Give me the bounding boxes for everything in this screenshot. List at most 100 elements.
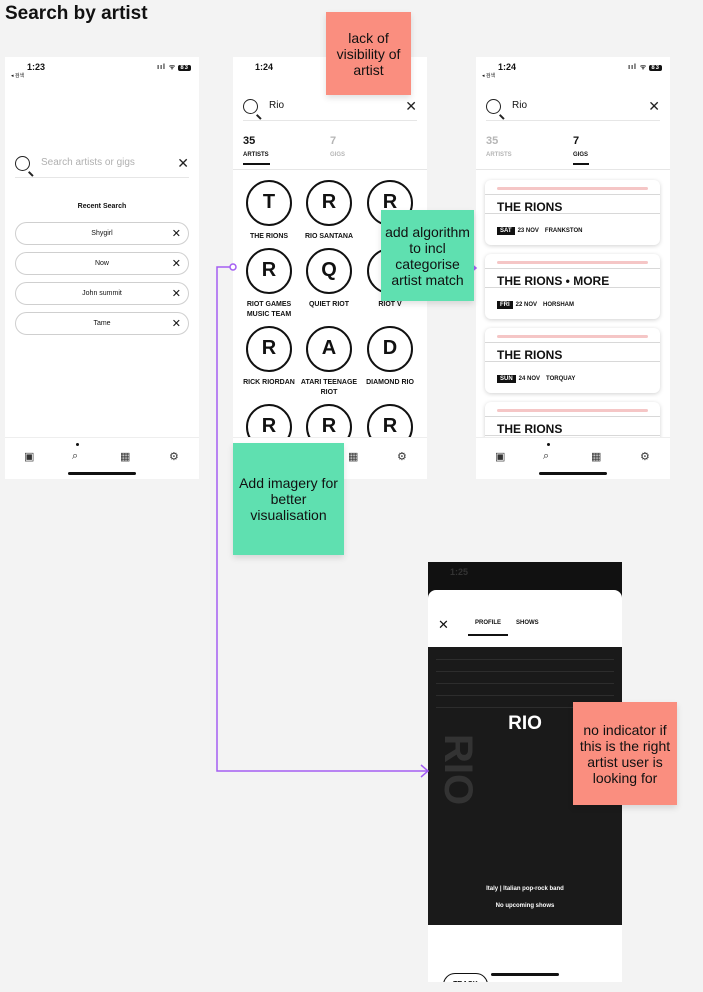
gig-image-strip xyxy=(497,187,648,190)
artist-description: Italy | Italian pop-rock band xyxy=(486,886,564,892)
chip-label: Now xyxy=(94,260,109,267)
gig-name: THE RIONS • MORE xyxy=(497,274,610,288)
search-icon xyxy=(486,99,501,114)
active-dot xyxy=(76,443,79,446)
tab-label: ARTISTS xyxy=(243,152,269,158)
remove-icon[interactable]: ✕ xyxy=(172,287,181,300)
search-icon xyxy=(15,156,30,171)
clear-icon[interactable]: ✕ xyxy=(405,98,417,115)
artist-avatar: R xyxy=(246,248,292,294)
upcoming-status: No upcoming shows xyxy=(495,903,555,909)
gig-date: 22 NOV xyxy=(515,302,538,308)
tab-artists[interactable]: 35 ARTISTS xyxy=(486,135,512,158)
artist-result[interactable]: A ATARI TEENAGE RIOT xyxy=(299,326,359,398)
status-time: 1:25 xyxy=(450,567,469,577)
divider xyxy=(233,169,427,170)
gig-image-strip xyxy=(497,335,648,338)
battery-icon: 83 xyxy=(649,65,662,71)
signal-icon: ııl ᯤ xyxy=(157,64,177,71)
track-button[interactable]: TRACK xyxy=(443,973,488,982)
artist-name: RIOT V xyxy=(378,301,402,308)
artist-avatar: A xyxy=(306,326,352,372)
gigs-count: 7 xyxy=(573,135,580,147)
status-time: 1:24 xyxy=(255,62,274,72)
artist-result[interactable]: R RIO SANTANA xyxy=(299,180,359,242)
gig-name: THE RIONS xyxy=(497,200,563,214)
hero-line xyxy=(436,659,614,660)
tab-profile[interactable]: PROFILE xyxy=(475,620,501,626)
tab-shows[interactable]: SHOWS xyxy=(516,620,539,626)
note-indicator: no indicator if this is the right artist… xyxy=(573,702,677,805)
clear-icon[interactable]: ✕ xyxy=(648,98,660,115)
artist-avatar: Q xyxy=(306,248,352,294)
artist-name: RIO SANTANA xyxy=(304,233,354,240)
gig-venue: TORQUAY xyxy=(546,376,576,382)
home-indicator xyxy=(68,472,136,475)
calendar-icon[interactable]: ▦ xyxy=(120,450,130,463)
gear-icon[interactable]: ⚙ xyxy=(169,450,179,463)
remove-icon[interactable]: ✕ xyxy=(172,257,181,270)
artist-result[interactable]: R RICK RIORDAN xyxy=(239,326,299,388)
artist-name: THE RIONS xyxy=(249,233,289,240)
gig-date: 24 NOV xyxy=(518,376,541,382)
recent-chip[interactable]: Shygirl ✕ xyxy=(15,222,189,245)
clear-icon[interactable]: ✕ xyxy=(177,155,189,172)
artist-result[interactable]: R RIOT GAMES MUSIC TEAM xyxy=(239,248,299,320)
artist-result[interactable]: T THE RIONS xyxy=(239,180,299,242)
artist-avatar: R xyxy=(246,326,292,372)
artist-name: ATARI TEENAGE RIOT xyxy=(300,379,358,396)
artist-ghost-text: RIO xyxy=(436,733,481,806)
active-dot xyxy=(547,443,550,446)
gig-name: THE RIONS xyxy=(497,422,563,436)
tab-gigs[interactable]: 7 GIGS xyxy=(573,135,589,165)
active-underline xyxy=(573,163,589,165)
search-bar[interactable]: Search artists or gigs ✕ xyxy=(15,154,189,178)
bottom-nav: ▣ ⌕ ▦ ⚙ xyxy=(5,437,199,479)
arrow-head xyxy=(420,764,430,778)
status-bar: 1:23 ◂ 검색 ııl ᯤ 83 xyxy=(5,57,199,81)
search-nav-icon[interactable]: ⌕ xyxy=(72,450,78,463)
remove-icon[interactable]: ✕ xyxy=(172,227,181,240)
close-icon[interactable]: ✕ xyxy=(438,617,449,633)
recent-chip[interactable]: John summit ✕ xyxy=(15,282,189,305)
search-input[interactable]: Rio xyxy=(269,100,284,111)
active-underline xyxy=(243,163,270,165)
gig-card[interactable]: THE RIONS SAT 23 NOV FRANKSTON xyxy=(485,180,660,245)
search-input[interactable]: Search artists or gigs xyxy=(41,157,135,168)
bottom-nav: ▣ ⌕ ▦ ⚙ xyxy=(476,437,670,479)
gear-icon[interactable]: ⚙ xyxy=(397,450,407,463)
back-link[interactable]: ◂ 검색 xyxy=(11,72,24,79)
artist-icon[interactable]: ▣ xyxy=(24,450,34,463)
recent-chip[interactable]: Tame ✕ xyxy=(15,312,189,335)
hero-line xyxy=(436,683,614,684)
back-link[interactable]: ◂ 검색 xyxy=(482,72,495,79)
screen-recent-search: 1:23 ◂ 검색 ııl ᯤ 83 Search artists or gigs… xyxy=(5,57,199,479)
divider xyxy=(476,169,670,170)
search-input[interactable]: Rio xyxy=(512,100,527,111)
recent-chip[interactable]: Now ✕ xyxy=(15,252,189,275)
gig-card[interactable]: THE RIONS • MORE FRI 22 NOV HORSHAM xyxy=(485,254,660,319)
search-bar[interactable]: Rio ✕ xyxy=(486,97,660,121)
signal-icon: ııl ᯤ xyxy=(628,64,648,71)
search-bar[interactable]: Rio ✕ xyxy=(243,97,417,121)
search-nav-icon[interactable]: ⌕ xyxy=(543,450,549,463)
home-indicator xyxy=(539,472,607,475)
gig-name: THE RIONS xyxy=(497,348,563,362)
hero-line xyxy=(436,695,614,696)
gear-icon[interactable]: ⚙ xyxy=(640,450,650,463)
artist-icon[interactable]: ▣ xyxy=(495,450,505,463)
artists-count: 35 xyxy=(243,135,256,147)
gig-meta: SUN 24 NOV TORQUAY xyxy=(497,375,575,383)
artist-result[interactable]: Q QUIET RIOT xyxy=(299,248,359,310)
gig-card[interactable]: THE RIONS SUN 24 NOV TORQUAY xyxy=(485,328,660,393)
calendar-icon[interactable]: ▦ xyxy=(348,450,358,463)
chip-label: Tame xyxy=(93,320,111,327)
artist-name: DIAMOND RIO xyxy=(366,379,414,386)
tab-gigs[interactable]: 7 GIGS xyxy=(330,135,345,158)
artist-result[interactable]: D DIAMOND RIO xyxy=(360,326,420,388)
calendar-icon[interactable]: ▦ xyxy=(591,450,601,463)
tab-artists[interactable]: 35 ARTISTS xyxy=(243,135,270,165)
search-icon xyxy=(243,99,258,114)
remove-icon[interactable]: ✕ xyxy=(172,317,181,330)
gig-day: SUN xyxy=(497,375,516,383)
